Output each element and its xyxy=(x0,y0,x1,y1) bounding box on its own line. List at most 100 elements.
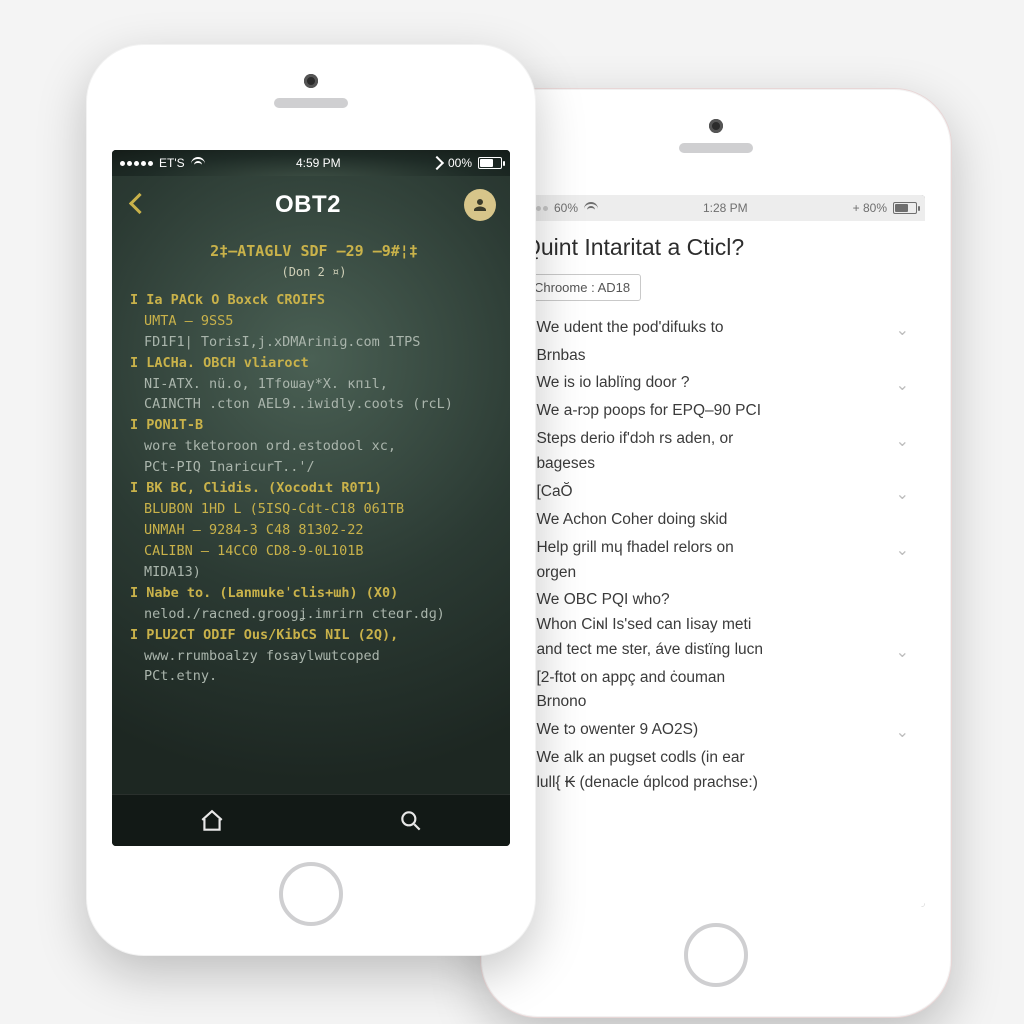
faq-item-text: bageses xyxy=(536,454,909,475)
faq-item[interactable]: •We Achon Coher doing skid xyxy=(523,507,909,535)
code-line: BLUBON 1HD L (5ISQ‑Cdt‑C18 061TB xyxy=(130,499,498,520)
code-line: МIDA13) xyxy=(130,562,498,583)
faq-item-text: [2‑ftot on appç and ċouman xyxy=(536,668,909,689)
faq-item[interactable]: •[CaŎ⌄ xyxy=(523,479,909,507)
chevron-down-icon: ⌄ xyxy=(890,640,909,662)
faq-list: •We udent the pod'difɯks to⌄•Brnbas•We i… xyxy=(523,315,909,798)
faq-item-text: We Achon Coher doing skid xyxy=(536,510,909,531)
faq-item[interactable]: •Brnbas xyxy=(523,343,909,371)
phone-screen-left: ET'S 4:59 PM 00% OBT2 2‡—ATAGLV SDF –2 xyxy=(112,150,510,846)
search-tab-icon[interactable] xyxy=(398,808,424,834)
battery-icon xyxy=(478,157,502,169)
faq-item[interactable]: •lull{ ₭ (denacle ɑ́рlcоd prachse:) xyxy=(523,773,909,798)
earpiece xyxy=(679,143,753,153)
faq-item[interactable]: •orgen xyxy=(523,563,909,588)
status-time: 4:59 PM xyxy=(296,156,341,170)
faq-item[interactable]: •We alk an puɡset codls (in ear xyxy=(523,745,909,773)
phone-device-left: ET'S 4:59 PM 00% OBT2 2‡—ATAGLV SDF –2 xyxy=(86,44,536,956)
code-line: UMTA – 9SS5 xyxy=(130,311,498,332)
code-line: FD1F1| TorisI,j.xDMAriпiɡ.com 1TPS xyxy=(130,332,498,353)
code-line: CAINCTH .cton AEL9..iwidly.coots (rсL) xyxy=(130,394,498,415)
tab-bar xyxy=(112,794,510,846)
code-line: I BK BC, Clidis. (Xocodıt R0T1) xyxy=(130,478,498,499)
faq-item-text: We udent the pod'difɯks to xyxy=(536,318,881,339)
earpiece xyxy=(274,98,348,108)
faq-item[interactable]: •Whon Сiɴl Is'sed can Iisay meti xyxy=(523,615,909,640)
faq-item[interactable]: •We is io lablïng door ?⌄ xyxy=(523,370,909,398)
status-left-text: 60% xyxy=(554,201,578,215)
faq-item-text: We alk an puɡset codls (in ear xyxy=(536,748,909,769)
faq-item-text: lull{ ₭ (denacle ɑ́рlcоd prachse:) xyxy=(536,773,909,794)
code-line: nelod./racned.grooɡʝ.imrirn cteɑr.dɡ) xyxy=(130,604,498,625)
code-line: PCt.etny. xyxy=(130,666,498,687)
faq-item[interactable]: •We tɔ owenter 9 AO2S)⌄ xyxy=(523,717,909,745)
home-tab-icon[interactable] xyxy=(199,808,225,834)
faq-item-text: We is io lablïng door ? xyxy=(536,373,881,394)
chevron-down-icon: ⌄ xyxy=(890,538,909,560)
page-title: Quint Intaritat a Cticl? xyxy=(523,233,909,262)
front-camera xyxy=(709,119,723,133)
back-icon[interactable] xyxy=(126,192,152,218)
faq-item[interactable]: •Help grill mɥ fhadel relors on⌄ xyxy=(523,535,909,563)
faq-item-text: We OBC PQI who? xyxy=(536,590,909,611)
code-line: UNMAH – 9284‑3 C48 81302‑22 xyxy=(130,520,498,541)
phone-screen-right: 60% 1:28 PM + 80% Quint Intaritat a Ctic… xyxy=(507,195,925,907)
faq-item[interactable]: •Steps derio if'dɔh rs aden, or⌄ xyxy=(523,426,909,454)
chevron-down-icon: ⌄ xyxy=(890,482,909,504)
code-line: I PON1T‑B xyxy=(130,415,498,436)
faq-item[interactable]: •We OBC PQI who? xyxy=(523,587,909,615)
code-line: I Ia PACk O Boxck CROIFS xyxy=(130,290,498,311)
app-header: OBT2 xyxy=(112,176,510,234)
faq-item[interactable]: •Brnono xyxy=(523,692,909,717)
chevron-down-icon: ⌄ xyxy=(890,373,909,395)
battery-pct: 00% xyxy=(448,156,472,170)
code-line: NI‑ATX. nü.o, 1Tfoɯay*X. кпıl, xyxy=(130,374,498,395)
faq-item-text: Whon Сiɴl Is'sed can Iisay meti xyxy=(536,615,909,636)
code-line: PCt‑PIQ InaricurT..'/ xyxy=(130,457,498,478)
code-line: I Nabe to. (Lanmukeˈclis+ɯh) (X0) xyxy=(130,583,498,604)
faq-item-text: Brnono xyxy=(536,692,909,713)
code-subheading: (Don 2 ¤) xyxy=(130,263,498,282)
faq-item[interactable]: •We а‑rɔp poops for EPQ–90 PCI xyxy=(523,398,909,426)
faq-item-text: and tect me ster, áve distïng lucn xyxy=(536,640,881,661)
faq-item[interactable]: •and tect me ster, áve distïng lucn⌄ xyxy=(523,640,909,665)
status-bar: ET'S 4:59 PM 00% xyxy=(112,150,510,176)
home-button[interactable] xyxy=(684,923,748,987)
wifi-icon xyxy=(584,202,598,214)
profile-icon[interactable] xyxy=(464,189,496,221)
code-line: CALIBN – 14CC0 CD8‑9‑0L101B xyxy=(130,541,498,562)
phone-device-right: 60% 1:28 PM + 80% Quint Intaritat a Ctic… xyxy=(480,88,952,1018)
faq-item-text: orgen xyxy=(536,563,909,584)
faq-item-text: Steps derio if'dɔh rs aden, or xyxy=(536,429,881,450)
signal-dots-icon xyxy=(120,161,153,166)
front-camera xyxy=(304,74,318,88)
chevron-down-icon: ⌄ xyxy=(890,720,909,742)
status-time: 1:28 PM xyxy=(703,201,748,215)
header-title: OBT2 xyxy=(275,191,341,219)
code-panel[interactable]: 2‡—ATAGLV SDF –29 –9#¦‡ (Don 2 ¤) I Ia P… xyxy=(112,234,510,794)
code-heading: 2‡—ATAGLV SDF –29 –9#¦‡ xyxy=(130,240,498,263)
faq-item-text: Help grill mɥ fhadel relors on xyxy=(536,538,881,559)
chevron-down-icon: ⌄ xyxy=(890,429,909,451)
carrier-label: ET'S xyxy=(159,156,185,170)
faq-item[interactable]: •bageses xyxy=(523,454,909,479)
faq-content: Quint Intaritat a Cticl? Chroome : AD18 … xyxy=(507,221,925,907)
faq-item-text: Brnbas xyxy=(536,346,909,367)
faq-item[interactable]: •[2‑ftot on appç and ċouman xyxy=(523,665,909,693)
status-right-text: + 80% xyxy=(853,201,887,215)
chevron-down-icon: ⌄ xyxy=(890,318,909,340)
source-chip[interactable]: Chroome : AD18 xyxy=(523,274,641,301)
code-line: www.rrumboalzy fosaylwɯtcoped xyxy=(130,646,498,667)
code-line: worе tketoroon ord.estodool xc, xyxy=(130,436,498,457)
location-icon xyxy=(430,156,444,170)
faq-item-text: We а‑rɔp poops for EPQ–90 PCI xyxy=(536,401,909,422)
home-button[interactable] xyxy=(279,862,343,926)
code-line: I LACHa. OBCH vliaroct xyxy=(130,353,498,374)
code-app: ET'S 4:59 PM 00% OBT2 2‡—ATAGLV SDF –2 xyxy=(112,150,510,846)
faq-app: 60% 1:28 PM + 80% Quint Intaritat a Ctic… xyxy=(507,195,925,907)
faq-item-text: We tɔ owenter 9 AO2S) xyxy=(536,720,881,741)
faq-item-text: [CaŎ xyxy=(536,482,881,503)
code-line: I PLU2CT ODIF Ous/KibCS NIL (2Q), xyxy=(130,625,498,646)
wifi-icon xyxy=(191,157,205,169)
faq-item[interactable]: •We udent the pod'difɯks to⌄ xyxy=(523,315,909,343)
